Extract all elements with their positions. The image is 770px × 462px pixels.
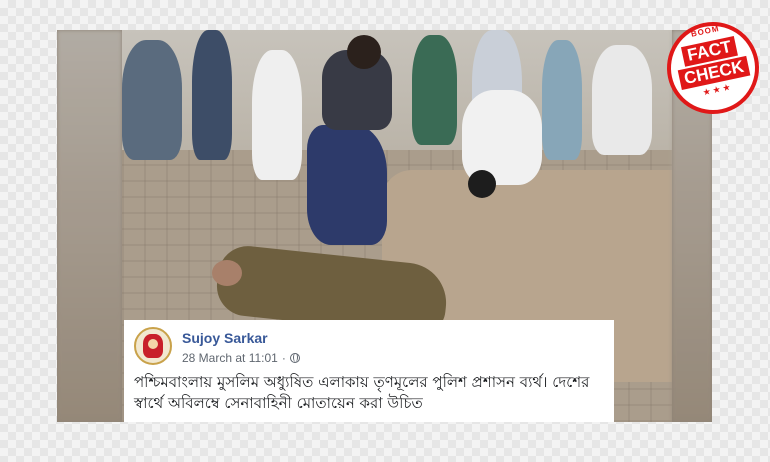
photo-bystander: [412, 35, 457, 145]
photo-man-on-ground-head: [212, 260, 242, 286]
photo-bystander: [122, 40, 182, 160]
photo-man-lungi: [307, 125, 387, 245]
post-text: পশ্চিমবাংলায় মুসলিম অধ্যুষিত এলাকায় তৃ…: [134, 373, 590, 412]
photo-bystander: [192, 30, 232, 160]
photo-bystander: [252, 50, 302, 180]
globe-icon[interactable]: [289, 353, 300, 363]
photo-scooter: [462, 90, 542, 185]
stamp-boom-text: BOOM: [690, 23, 721, 39]
avatar[interactable]: [134, 327, 172, 365]
photo-man-head: [347, 35, 381, 69]
post-meta: 28 March at 11:01 ·: [182, 351, 300, 365]
photo-bystander: [542, 40, 582, 160]
facebook-post-card: Sujoy Sarkar 28 March at 11:01 · পশ্চিমব…: [124, 320, 614, 422]
avatar-face: [148, 339, 158, 349]
blurred-photo-edge-left: [57, 30, 122, 422]
post-timestamp[interactable]: 28 March at 11:01: [182, 351, 278, 365]
meta-separator: ·: [281, 351, 286, 365]
photo-scooter-wheel: [468, 170, 496, 198]
post-author-link[interactable]: Sujoy Sarkar: [182, 330, 268, 346]
photo-bystander: [592, 45, 652, 155]
